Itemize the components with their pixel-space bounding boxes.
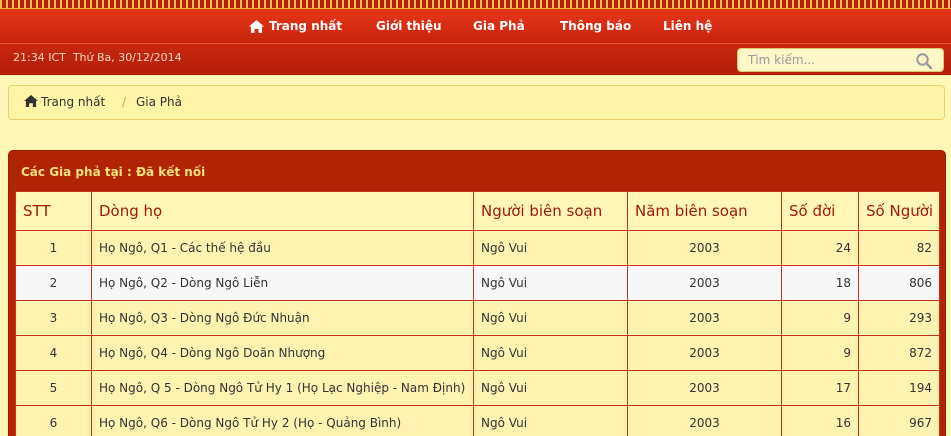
cell-generations: 17 (781, 370, 859, 406)
genealogy-panel: Các Gia phả tại : Đã kết nối STT Dòng họ… (8, 150, 946, 436)
nav-item-contact[interactable]: Liên hệ (663, 9, 712, 43)
cell-compiler: Ngô Vui (473, 405, 628, 436)
cell-people: 82 (858, 230, 940, 266)
column-header-generations: Số đời (781, 191, 859, 231)
cell-generations: 9 (781, 335, 859, 371)
breadcrumb-home-label: Trang nhất (41, 95, 106, 109)
breadcrumb-current[interactable]: Gia Phả (136, 95, 182, 109)
table-row[interactable]: 1 Họ Ngô, Q1 - Các thế hệ đầu Ngô Vui 20… (15, 230, 940, 266)
cell-year: 2003 (627, 370, 782, 406)
cell-year: 2003 (627, 265, 782, 301)
table-row[interactable]: 3 Họ Ngô, Q3 - Dòng Ngô Đức Nhuận Ngô Vu… (15, 300, 940, 336)
table-header-row: STT Dòng họ Người biên soạn Năm biên soạ… (15, 191, 940, 231)
cell-compiler: Ngô Vui (473, 265, 628, 301)
column-header-compiler: Người biên soạn (473, 191, 628, 231)
search-icon[interactable] (915, 52, 933, 70)
cell-year: 2003 (627, 405, 782, 436)
main-navigation: Trang nhất Giới thiệu Gia Phả Thông báo … (0, 9, 951, 43)
cell-people: 967 (858, 405, 940, 436)
panel-title: Các Gia phả tại : Đã kết nối (21, 165, 206, 179)
cell-compiler: Ngô Vui (473, 370, 628, 406)
cell-stt: 1 (15, 230, 92, 266)
cell-compiler: Ngô Vui (473, 300, 628, 336)
cell-generations: 24 (781, 230, 859, 266)
search-box (737, 48, 944, 72)
table-row[interactable]: 5 Họ Ngô, Q 5 - Dòng Ngô Tử Hy 1 (Họ Lạc… (15, 370, 940, 406)
breadcrumb-home-link[interactable]: Trang nhất (24, 95, 105, 109)
cell-compiler: Ngô Vui (473, 335, 628, 371)
cell-family-link[interactable]: Họ Ngô, Q1 - Các thế hệ đầu (91, 230, 474, 266)
cell-stt: 3 (15, 300, 92, 336)
breadcrumb: Trang nhất / Gia Phả (8, 85, 945, 120)
nav-item-genealogy[interactable]: Gia Phả (473, 9, 525, 43)
genealogy-table: STT Dòng họ Người biên soạn Năm biên soạ… (15, 191, 940, 436)
cell-generations: 9 (781, 300, 859, 336)
cell-stt: 2 (15, 265, 92, 301)
column-header-year: Năm biên soạn (627, 191, 782, 231)
cell-family-link[interactable]: Họ Ngô, Q 5 - Dòng Ngô Tử Hy 1 (Họ Lạc N… (91, 370, 474, 406)
nav-item-home-label: Trang nhất (269, 19, 343, 33)
cell-family-link[interactable]: Họ Ngô, Q2 - Dòng Ngô Liễn (91, 265, 474, 301)
cell-stt: 6 (15, 405, 92, 436)
search-input[interactable] (748, 52, 908, 68)
cell-generations: 18 (781, 265, 859, 301)
cell-stt: 4 (15, 335, 92, 371)
cell-family-link[interactable]: Họ Ngô, Q6 - Dòng Ngô Tử Hy 2 (Họ - Quản… (91, 405, 474, 436)
cell-people: 194 (858, 370, 940, 406)
table-row[interactable]: 4 Họ Ngô, Q4 - Dòng Ngô Doãn Nhượng Ngô … (15, 335, 940, 371)
nav-item-about[interactable]: Giới thiệu (376, 9, 442, 43)
nav-item-announcements[interactable]: Thông báo (560, 9, 631, 43)
cell-people: 872 (858, 335, 940, 371)
status-bar: 21:34 ICT Thứ Ba, 30/12/2014 (0, 43, 951, 75)
current-datetime: 21:34 ICT Thứ Ba, 30/12/2014 (13, 51, 182, 64)
cell-year: 2003 (627, 300, 782, 336)
cell-people: 293 (858, 300, 940, 336)
column-header-stt: STT (15, 191, 92, 231)
cell-stt: 5 (15, 370, 92, 406)
table-row[interactable]: 2 Họ Ngô, Q2 - Dòng Ngô Liễn Ngô Vui 200… (15, 265, 940, 301)
home-icon (249, 20, 264, 33)
table-row[interactable]: 6 Họ Ngô, Q6 - Dòng Ngô Tử Hy 2 (Họ - Qu… (15, 405, 940, 436)
cell-family-link[interactable]: Họ Ngô, Q3 - Dòng Ngô Đức Nhuận (91, 300, 474, 336)
breadcrumb-separator: / (122, 95, 127, 109)
column-header-people: Số Người (858, 191, 940, 231)
home-icon (24, 95, 38, 107)
cell-family-link[interactable]: Họ Ngô, Q4 - Dòng Ngô Doãn Nhượng (91, 335, 474, 371)
column-header-family: Dòng họ (91, 191, 474, 231)
cell-compiler: Ngô Vui (473, 230, 628, 266)
cell-people: 806 (858, 265, 940, 301)
nav-item-home[interactable]: Trang nhất (249, 9, 342, 43)
cell-year: 2003 (627, 230, 782, 266)
cell-year: 2003 (627, 335, 782, 371)
decorative-top-border (0, 0, 951, 9)
cell-generations: 16 (781, 405, 859, 436)
